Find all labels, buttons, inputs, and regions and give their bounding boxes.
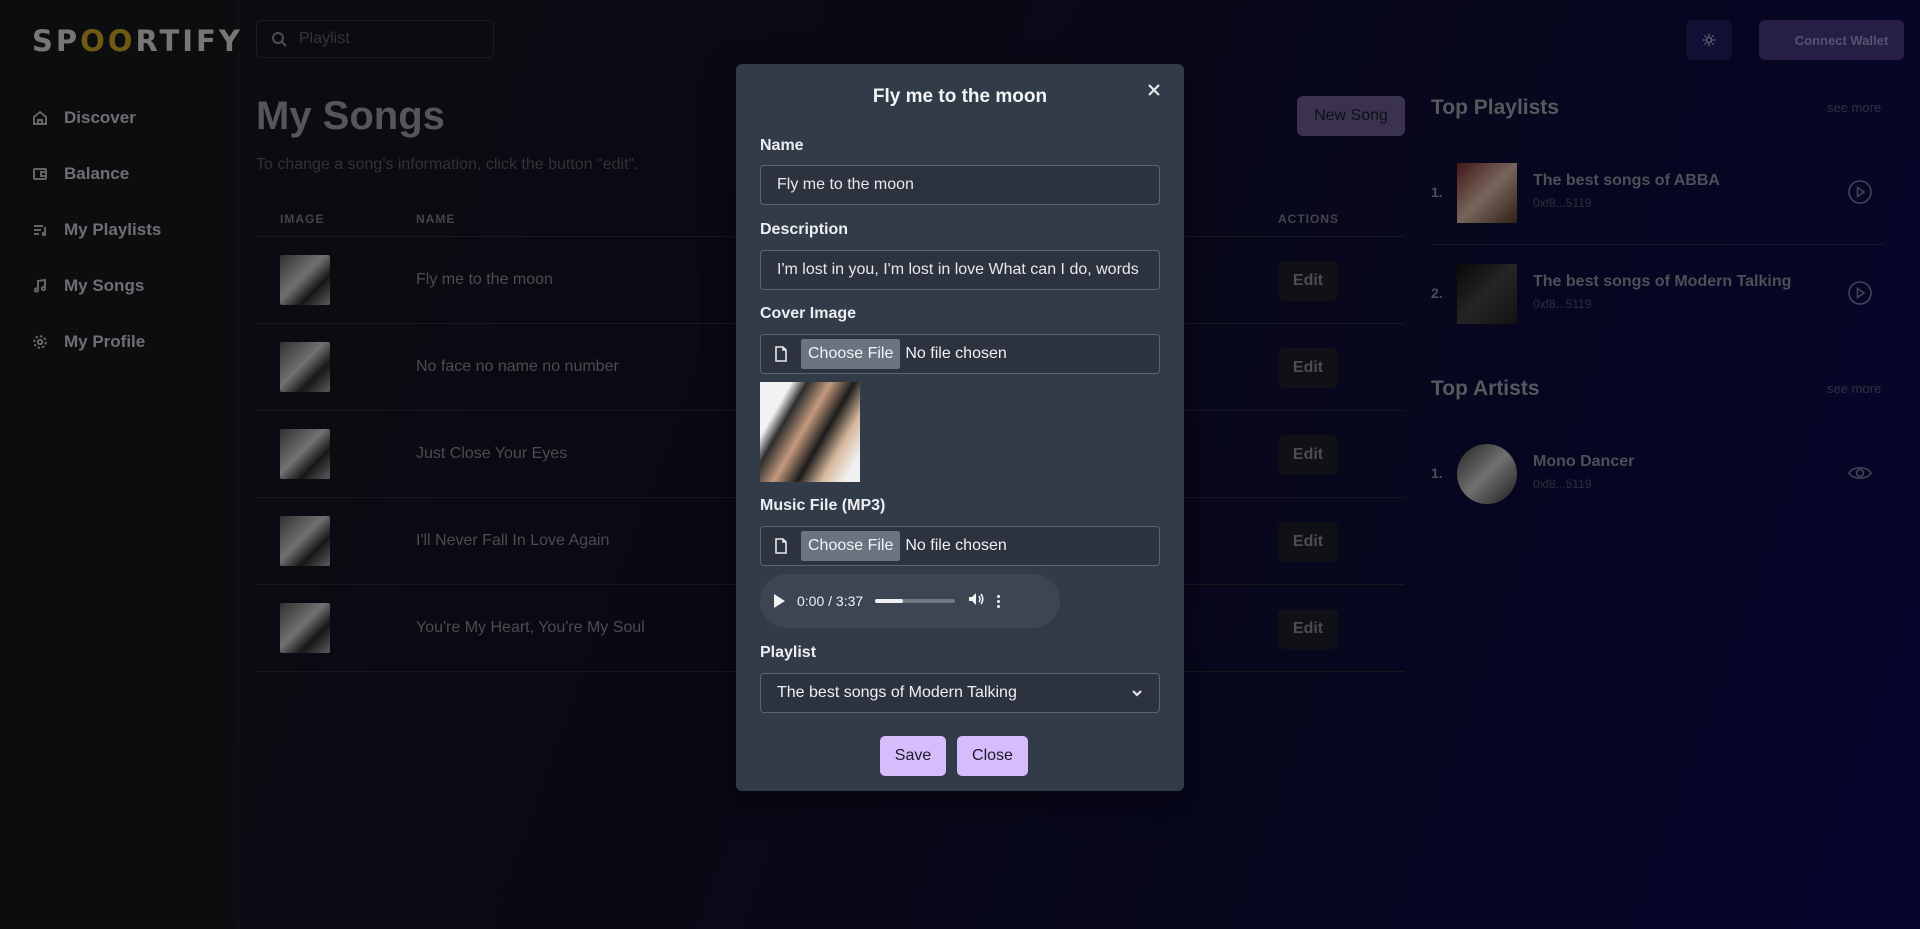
save-button[interactable]: Save: [880, 736, 946, 776]
music-file-input[interactable]: Choose File No file chosen: [760, 526, 1160, 566]
app-background: SPOORTIFY Discover Balance My Playlists …: [0, 0, 1920, 929]
playlist-select-value: The best songs of Modern Talking: [777, 684, 1017, 701]
file-status: No file chosen: [905, 345, 1007, 362]
file-icon: [761, 538, 801, 554]
cover-image-label: Cover Image: [760, 305, 857, 322]
close-icon[interactable]: [1142, 78, 1166, 102]
playlist-label: Playlist: [760, 644, 817, 661]
close-button[interactable]: Close: [957, 736, 1028, 776]
name-field[interactable]: [760, 165, 1160, 205]
file-status: No file chosen: [905, 537, 1007, 554]
audio-progress-fill: [875, 599, 904, 603]
choose-file-button[interactable]: Choose File: [801, 531, 901, 561]
audio-time: 0:00 / 3:37: [797, 593, 864, 609]
volume-icon[interactable]: [967, 590, 985, 613]
description-label: Description: [760, 221, 849, 238]
edit-song-modal: Fly me to the moon Name Description Cove…: [736, 64, 1184, 791]
chevron-down-icon: [1132, 690, 1142, 697]
audio-progress-slider[interactable]: [875, 599, 956, 603]
choose-file-button[interactable]: Choose File: [801, 339, 901, 369]
name-label: Name: [760, 137, 804, 154]
file-icon: [761, 346, 801, 362]
play-icon[interactable]: [774, 594, 785, 608]
audio-player: 0:00 / 3:37: [760, 574, 1060, 628]
playlist-select[interactable]: The best songs of Modern Talking: [760, 673, 1160, 713]
description-field[interactable]: [760, 250, 1160, 290]
more-options-icon[interactable]: [997, 594, 1001, 608]
cover-image-file-input[interactable]: Choose File No file chosen: [760, 334, 1160, 374]
modal-title: Fly me to the moon: [872, 86, 1048, 107]
cover-image-preview: [760, 382, 860, 482]
music-file-label: Music File (MP3): [760, 497, 886, 514]
